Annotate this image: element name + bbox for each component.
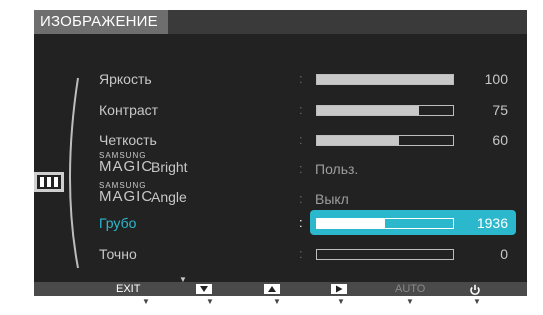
power-icon[interactable] bbox=[469, 283, 481, 296]
marker-icon: ▼ bbox=[273, 297, 281, 306]
menu-title: ИЗОБРАЖЕНИЕ bbox=[34, 10, 168, 34]
menu-item-contrast-label: Контраст bbox=[99, 102, 159, 118]
magic-angle-value: Выкл bbox=[315, 191, 349, 207]
brightness-slider-fill bbox=[317, 75, 453, 84]
menu-item-coarse-label: Грубо bbox=[99, 215, 137, 231]
separator: : bbox=[299, 246, 303, 261]
exit-key-label[interactable]: EXIT bbox=[116, 282, 140, 296]
separator: : bbox=[299, 215, 303, 230]
brightness-value: 100 bbox=[484, 71, 508, 87]
auto-key-label[interactable]: AUTO bbox=[395, 282, 425, 296]
fine-value: 0 bbox=[500, 246, 508, 262]
enter-icon[interactable] bbox=[331, 284, 347, 294]
brightness-slider[interactable] bbox=[316, 74, 454, 85]
marker-icon: ▼ bbox=[337, 297, 345, 306]
marker-icon: ▼ bbox=[142, 297, 150, 306]
magic-bright-word: Bright bbox=[151, 159, 188, 175]
marker-icon: ▼ bbox=[406, 297, 414, 306]
contrast-slider-fill bbox=[317, 106, 419, 115]
magic-brand-text: MAGIC bbox=[99, 188, 154, 205]
separator: : bbox=[299, 191, 303, 206]
fine-slider[interactable] bbox=[316, 249, 454, 260]
contrast-slider[interactable] bbox=[316, 105, 454, 116]
menu-item-fine-label: Точно bbox=[99, 246, 137, 262]
menu-item-brightness-label: Яркость bbox=[99, 71, 152, 87]
separator: : bbox=[299, 71, 303, 86]
marker-icon: ▼ bbox=[473, 297, 481, 306]
sharpness-slider-fill bbox=[317, 136, 399, 145]
up-arrow-icon[interactable] bbox=[264, 284, 280, 294]
magic-bright-value: Польз. bbox=[315, 161, 359, 177]
coarse-slider[interactable] bbox=[316, 218, 454, 229]
sharpness-value: 60 bbox=[492, 132, 508, 148]
picture-category-icon[interactable] bbox=[34, 172, 64, 192]
osd-window: ИЗОБРАЖЕНИЕ Яркость : 100 Контраст : 75 … bbox=[34, 10, 527, 296]
coarse-slider-fill bbox=[317, 219, 385, 228]
magic-brand-text: MAGIC bbox=[99, 158, 154, 175]
separator: : bbox=[299, 161, 303, 176]
marker-icon: ▼ bbox=[206, 297, 214, 306]
key-guide-bar: EXIT AUTO bbox=[34, 282, 527, 296]
down-arrow-icon[interactable] bbox=[196, 284, 212, 294]
sharpness-slider[interactable] bbox=[316, 135, 454, 146]
title-bar: ИЗОБРАЖЕНИЕ bbox=[34, 10, 527, 34]
separator: : bbox=[299, 102, 303, 117]
button-markers: ▼ ▼ ▼ ▼ ▼ ▼ bbox=[34, 296, 527, 315]
menu-area: Яркость : 100 Контраст : 75 Четкость : 6… bbox=[34, 34, 527, 284]
menu-item-sharpness-label: Четкость bbox=[99, 132, 157, 148]
magic-angle-word: Angle bbox=[151, 189, 187, 205]
separator: : bbox=[299, 132, 303, 147]
coarse-value: 1936 bbox=[476, 215, 508, 231]
category-arc bbox=[69, 77, 79, 269]
contrast-value: 75 bbox=[492, 102, 508, 118]
